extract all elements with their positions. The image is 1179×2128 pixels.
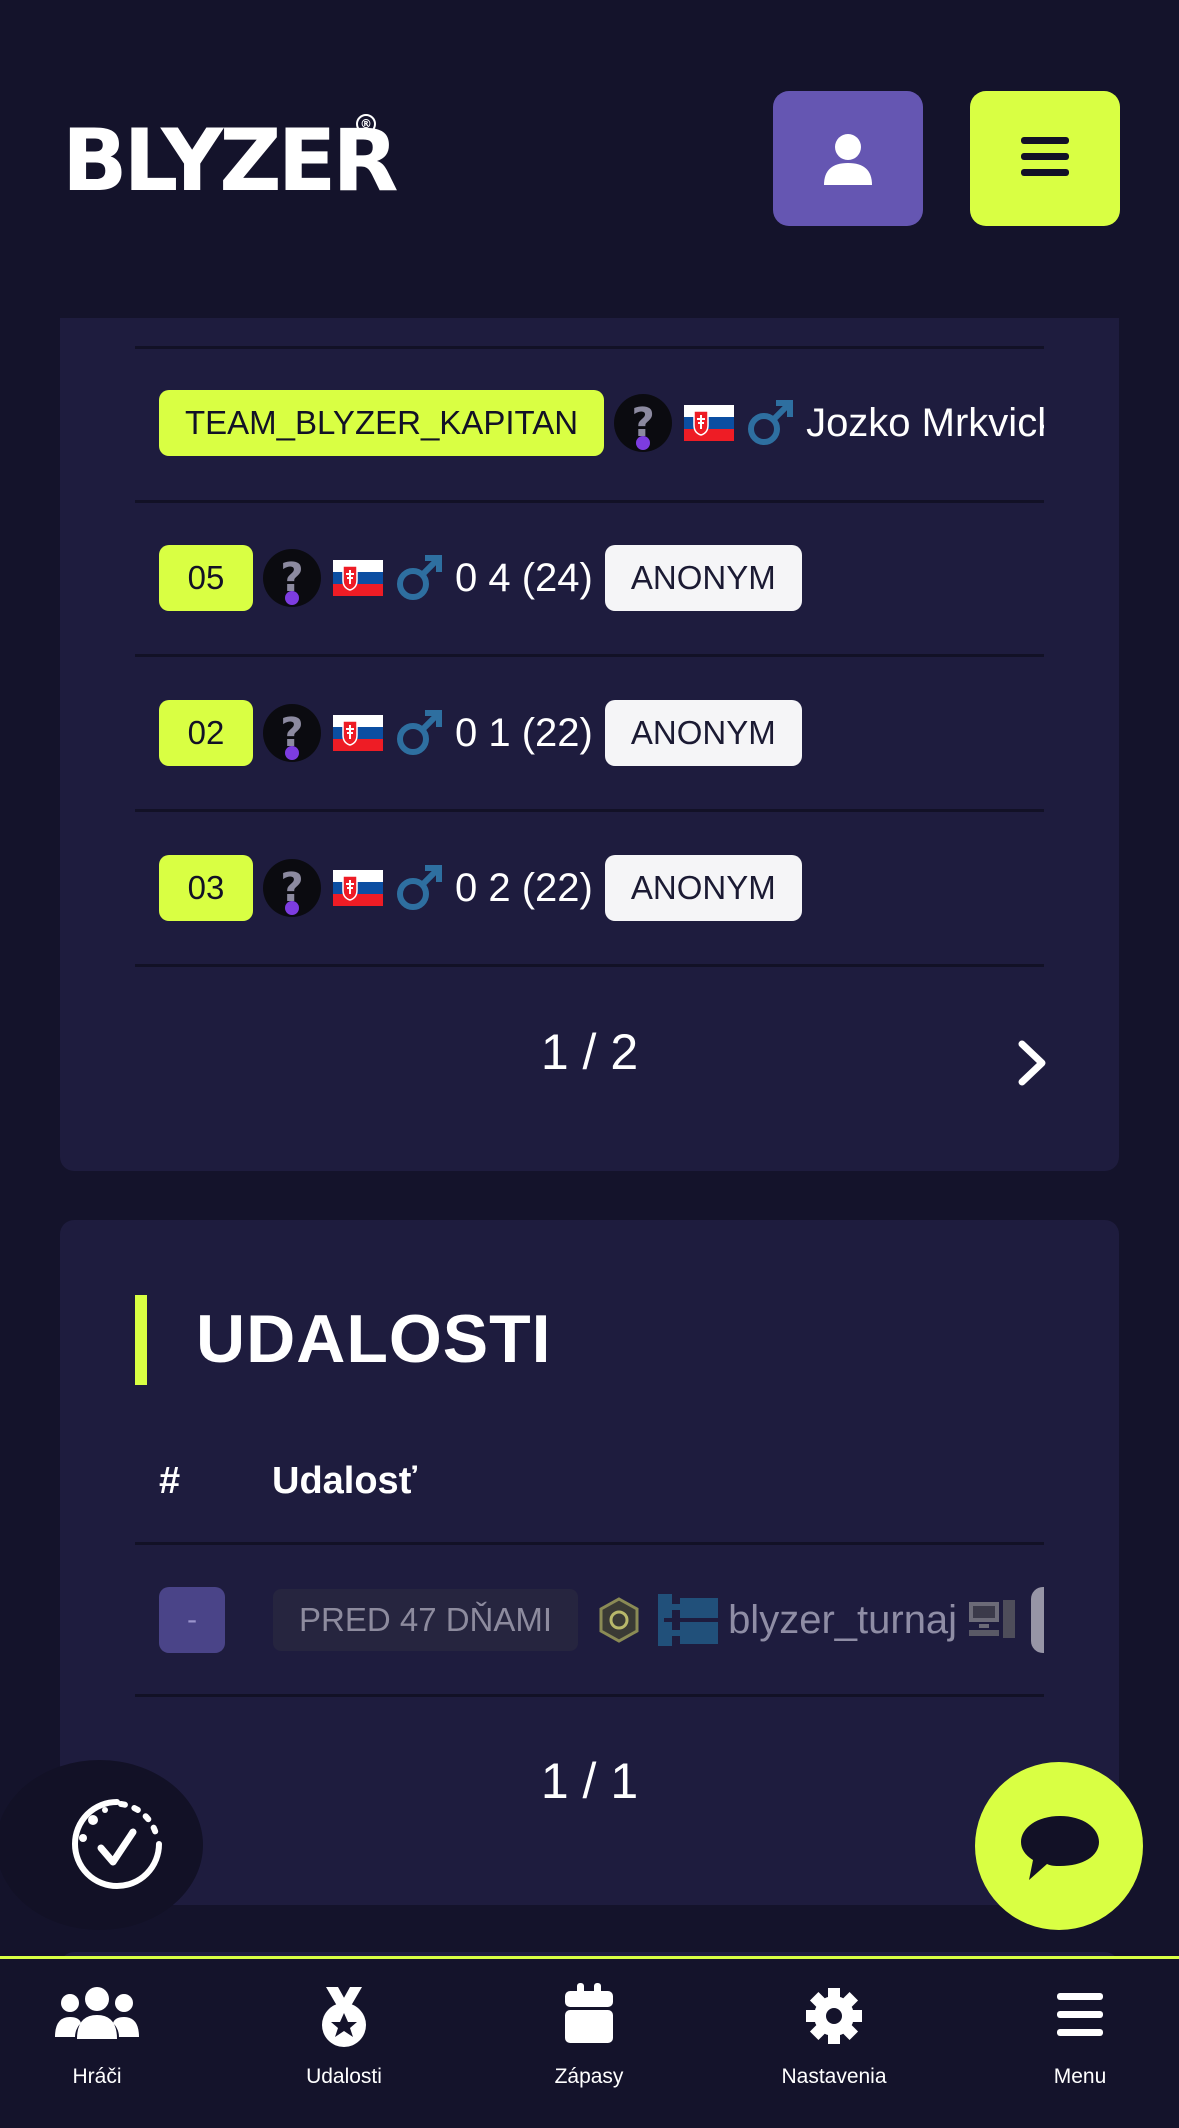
cookie-icon xyxy=(72,1799,162,1889)
logo[interactable]: BLYZER xyxy=(62,118,399,204)
male-icon xyxy=(748,400,794,445)
hexagon-icon xyxy=(599,1597,639,1643)
row-divider xyxy=(135,1542,1044,1545)
event-name: blyzer_turnaj xyxy=(728,1597,958,1642)
row-divider xyxy=(135,500,1044,503)
avatar: ? xyxy=(263,859,321,917)
app-header: BLYZER ® xyxy=(0,0,1179,318)
nav-label: Udalosti xyxy=(306,2065,382,2088)
player-number: 03 xyxy=(159,855,253,921)
hamburger-icon xyxy=(1021,137,1069,176)
row-divider xyxy=(135,809,1044,812)
male-icon xyxy=(397,710,442,755)
chat-button[interactable] xyxy=(975,1762,1143,1930)
section-title: UDALOSTI xyxy=(196,1301,552,1377)
avatar: ? xyxy=(263,704,321,762)
player-row-captain[interactable]: TEAM_BLYZER_KAPITAN ? Jozko Mrkvicko xyxy=(159,389,1044,457)
column-header-event: Udalosť xyxy=(272,1460,417,1502)
user-icon xyxy=(824,134,872,185)
player-number: 02 xyxy=(159,700,253,766)
player-number: 05 xyxy=(159,545,253,611)
player-name: 0 4 (24) xyxy=(455,555,593,600)
nav-label: Nastavenia xyxy=(781,2065,887,2088)
players-card: TEAM_BLYZER_KAPITAN ? Jozko Mrkvicko 05 … xyxy=(60,318,1119,1171)
nav-label: Zápasy xyxy=(554,2065,624,2088)
avatar: ? xyxy=(614,394,673,452)
medal-icon xyxy=(322,1987,366,2047)
male-icon xyxy=(397,555,442,600)
gear-icon xyxy=(806,1988,862,2044)
slovakia-flag-icon xyxy=(684,405,735,441)
section-accent-bar xyxy=(135,1295,147,1385)
column-header-hash: # xyxy=(159,1460,181,1502)
row-divider xyxy=(135,1694,1044,1697)
nav-label: Menu xyxy=(1053,2065,1107,2088)
nav-settings[interactable]: Nastavenia xyxy=(734,1959,934,2128)
registered-mark: ® xyxy=(356,114,376,134)
calendar-icon xyxy=(565,1983,613,2043)
nav-events[interactable]: Udalosti xyxy=(244,1959,444,2128)
event-action-tab[interactable] xyxy=(1031,1587,1044,1653)
anonym-badge: ANONYM xyxy=(604,700,802,766)
nav-matches[interactable]: Zápasy xyxy=(489,1959,689,2128)
slovakia-flag-icon xyxy=(333,715,383,751)
player-name: Jozko Mrkvicko xyxy=(806,400,1044,445)
cookie-consent-button[interactable] xyxy=(0,1760,203,1930)
event-time-badge: PRED 47 DŇAMI xyxy=(273,1589,579,1651)
chat-bubble-icon xyxy=(1021,1816,1099,1880)
player-tag: TEAM_BLYZER_KAPITAN xyxy=(159,390,605,456)
page: TEAM_BLYZER_KAPITAN ? Jozko Mrkvicko 05 … xyxy=(0,0,1179,2128)
row-divider xyxy=(135,964,1044,967)
male-icon xyxy=(397,865,442,910)
menu-button[interactable] xyxy=(970,91,1120,226)
events-card: UDALOSTI # Udalosť - PRED 47 DŇAMI blyze… xyxy=(60,1220,1119,1905)
anonym-badge: ANONYM xyxy=(604,545,802,611)
player-name: 0 2 (22) xyxy=(455,865,593,910)
bracket-icon xyxy=(658,1594,719,1646)
nav-menu[interactable]: Menu xyxy=(980,1959,1179,2128)
events-pager: 1 / 1 xyxy=(540,1753,639,1809)
bottom-navigation: Hráči Udalosti Zápasy Nastavenia Menu xyxy=(0,1956,1179,2128)
avatar: ? xyxy=(263,549,321,607)
row-divider xyxy=(135,654,1044,657)
player-row[interactable]: 03 ? 0 2 (22) ANONYM xyxy=(159,854,1044,922)
users-icon xyxy=(55,1987,139,2039)
chevron-right-icon[interactable] xyxy=(1012,1036,1052,1090)
slovakia-flag-icon xyxy=(333,560,383,596)
nav-label: Hráči xyxy=(72,2065,122,2088)
computer-icon xyxy=(969,1600,1016,1638)
event-index: - xyxy=(159,1587,225,1653)
profile-button[interactable] xyxy=(773,91,923,226)
row-divider xyxy=(135,346,1044,349)
slovakia-flag-icon xyxy=(333,870,383,906)
hamburger-icon xyxy=(1057,1993,1103,2036)
players-pager: 1 / 2 xyxy=(540,1024,639,1080)
nav-players[interactable]: Hráči xyxy=(0,1959,197,2128)
event-row[interactable]: - PRED 47 DŇAMI blyzer_turnaj xyxy=(159,1586,1044,1654)
player-row[interactable]: 02 ? 0 1 (22) ANONYM xyxy=(159,699,1044,767)
anonym-badge: ANONYM xyxy=(604,855,802,921)
player-name: 0 1 (22) xyxy=(455,710,593,755)
player-row[interactable]: 05 ? 0 4 (24) ANONYM xyxy=(159,544,1044,612)
